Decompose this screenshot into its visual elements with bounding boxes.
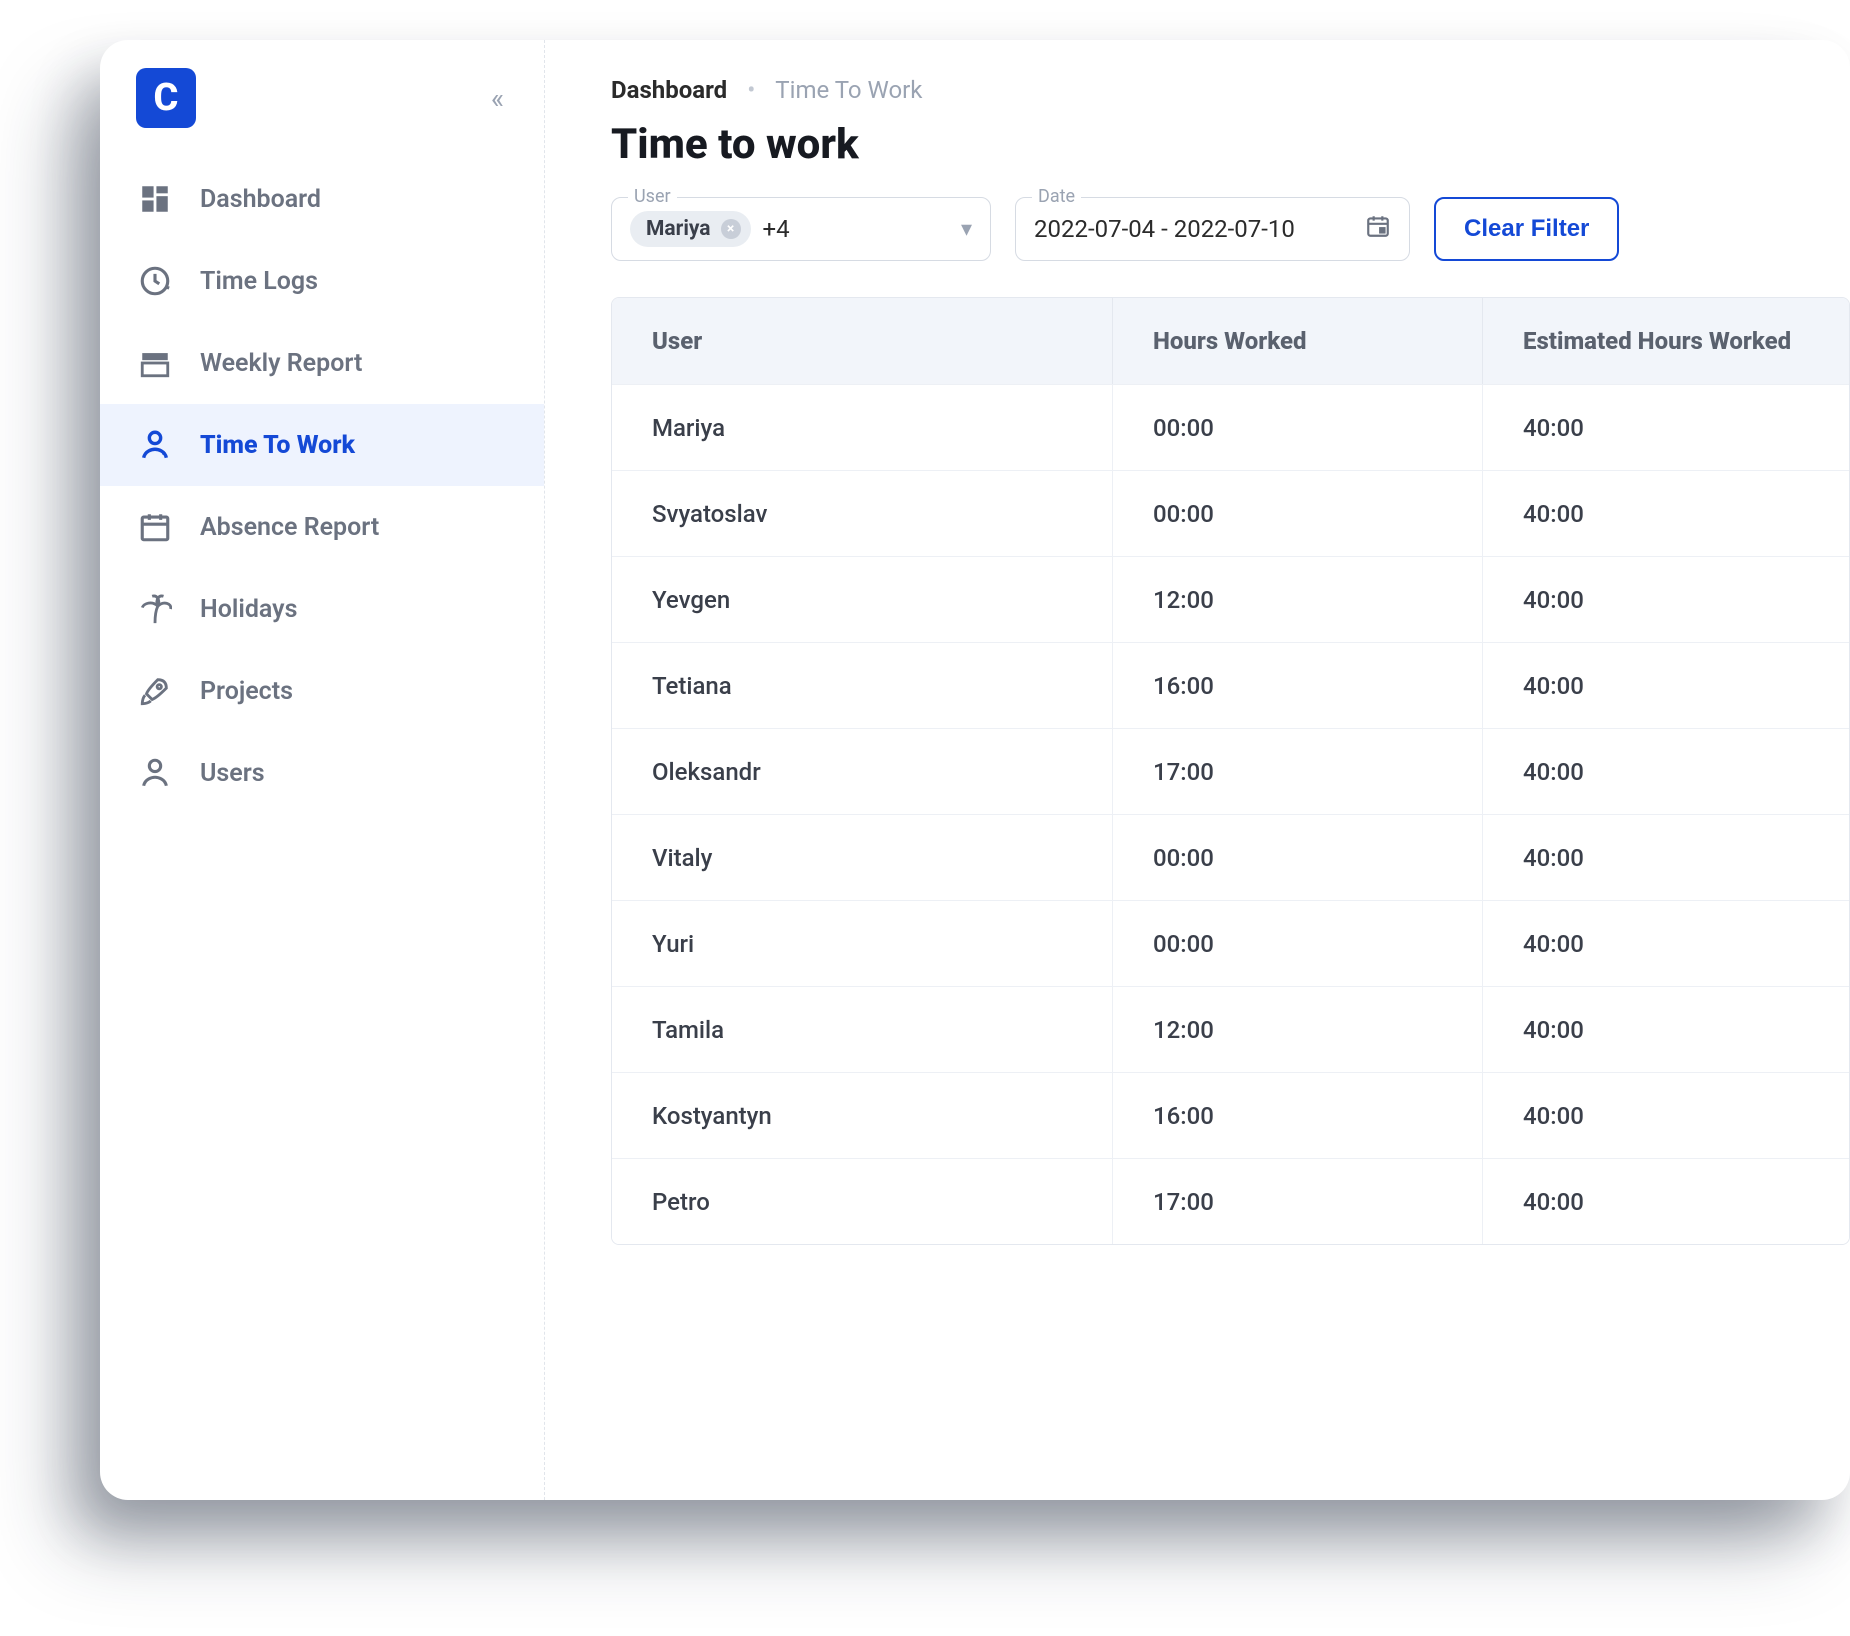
- calendar-picker-icon[interactable]: [1365, 213, 1391, 245]
- date-filter-label: Date: [1032, 186, 1081, 207]
- cell-user: Svyatoslav: [652, 471, 1112, 556]
- user-filter-label: User: [628, 186, 677, 207]
- cell-hours-worked: 00:00: [1112, 815, 1482, 900]
- cell-user: Kostyantyn: [652, 1073, 1112, 1158]
- table-row[interactable]: Mariya00:0040:00: [612, 384, 1849, 470]
- table-header-row: User Hours Worked Estimated Hours Worked: [612, 298, 1849, 384]
- sidebar-item-label: Time To Work: [200, 431, 355, 460]
- calendar-icon: [136, 508, 174, 546]
- sidebar-item-holidays[interactable]: Holidays: [100, 568, 544, 650]
- cell-estimated-hours: 40:00: [1482, 1073, 1849, 1158]
- cell-user: Oleksandr: [652, 729, 1112, 814]
- cell-hours-worked: 16:00: [1112, 643, 1482, 728]
- cell-user: Yuri: [652, 901, 1112, 986]
- sidebar-item-time-logs[interactable]: Time Logs: [100, 240, 544, 322]
- sidebar-item-label: Dashboard: [200, 185, 321, 214]
- breadcrumb-current: Time To Work: [775, 76, 922, 104]
- table-row[interactable]: Tamila12:0040:00: [612, 986, 1849, 1072]
- cell-estimated-hours: 40:00: [1482, 729, 1849, 814]
- time-to-work-table: User Hours Worked Estimated Hours Worked…: [611, 297, 1850, 1245]
- cell-user: Vitaly: [652, 815, 1112, 900]
- date-range-value: 2022-07-04 - 2022-07-10: [1034, 215, 1295, 243]
- cell-user: Yevgen: [652, 557, 1112, 642]
- sidebar-item-label: Absence Report: [200, 513, 379, 542]
- user-chip-label: Mariya: [646, 217, 711, 241]
- cell-estimated-hours: 40:00: [1482, 385, 1849, 470]
- table-row[interactable]: Petro17:0040:00: [612, 1158, 1849, 1244]
- col-header-hours-worked[interactable]: Hours Worked: [1112, 298, 1482, 384]
- user-filter[interactable]: User Mariya × +4 ▾: [611, 197, 991, 261]
- cell-estimated-hours: 40:00: [1482, 1159, 1849, 1244]
- breadcrumb: Dashboard • Time To Work: [611, 76, 1850, 104]
- cell-hours-worked: 12:00: [1112, 557, 1482, 642]
- cell-estimated-hours: 40:00: [1482, 643, 1849, 728]
- table-row[interactable]: Yevgen12:0040:00: [612, 556, 1849, 642]
- sidebar-item-dashboard[interactable]: Dashboard: [100, 158, 544, 240]
- sidebar: C « Dashboard Time Logs: [100, 40, 545, 1500]
- user-icon: [136, 754, 174, 792]
- sidebar-item-label: Holidays: [200, 595, 297, 624]
- cell-user: Petro: [652, 1159, 1112, 1244]
- clock-icon: [136, 262, 174, 300]
- col-header-user[interactable]: User: [652, 298, 1112, 384]
- cell-estimated-hours: 40:00: [1482, 815, 1849, 900]
- cell-user: Mariya: [652, 385, 1112, 470]
- table-body: Mariya00:0040:00Svyatoslav00:0040:00Yevg…: [612, 384, 1849, 1244]
- cell-user: Tetiana: [652, 643, 1112, 728]
- col-header-estimated-hours[interactable]: Estimated Hours Worked: [1482, 298, 1849, 384]
- sidebar-item-label: Projects: [200, 677, 293, 706]
- cell-estimated-hours: 40:00: [1482, 901, 1849, 986]
- cell-hours-worked: 00:00: [1112, 471, 1482, 556]
- sidebar-item-label: Users: [200, 759, 265, 788]
- palm-tree-icon: [136, 590, 174, 628]
- sidebar-item-time-to-work[interactable]: Time To Work: [100, 404, 544, 486]
- breadcrumb-dashboard[interactable]: Dashboard: [611, 76, 727, 104]
- sidebar-item-label: Time Logs: [200, 267, 318, 296]
- sidebar-item-weekly-report[interactable]: Weekly Report: [100, 322, 544, 404]
- table-row[interactable]: Yuri00:0040:00: [612, 900, 1849, 986]
- table-row[interactable]: Tetiana16:0040:00: [612, 642, 1849, 728]
- sidebar-item-absence-report[interactable]: Absence Report: [100, 486, 544, 568]
- sidebar-item-users[interactable]: Users: [100, 732, 544, 814]
- cell-estimated-hours: 40:00: [1482, 557, 1849, 642]
- cell-hours-worked: 00:00: [1112, 901, 1482, 986]
- cell-hours-worked: 00:00: [1112, 385, 1482, 470]
- dashboard-icon: [136, 180, 174, 218]
- user-filter-more-count: +4: [763, 215, 790, 243]
- table-row[interactable]: Vitaly00:0040:00: [612, 814, 1849, 900]
- table-row[interactable]: Svyatoslav00:0040:00: [612, 470, 1849, 556]
- nav-list: Dashboard Time Logs Weekly Report Time T…: [100, 158, 544, 814]
- rocket-icon: [136, 672, 174, 710]
- chip-remove-icon[interactable]: ×: [721, 219, 741, 239]
- clear-filter-button[interactable]: Clear Filter: [1434, 197, 1619, 261]
- chevron-down-icon: ▾: [961, 217, 972, 242]
- collapse-sidebar-button[interactable]: «: [491, 82, 494, 115]
- calendar-week-icon: [136, 344, 174, 382]
- cell-user: Tamila: [652, 987, 1112, 1072]
- table-row[interactable]: Kostyantyn16:0040:00: [612, 1072, 1849, 1158]
- breadcrumb-separator: •: [747, 76, 755, 104]
- page-title: Time to work: [611, 120, 1850, 169]
- logo[interactable]: C: [136, 68, 196, 128]
- cell-hours-worked: 12:00: [1112, 987, 1482, 1072]
- cell-hours-worked: 16:00: [1112, 1073, 1482, 1158]
- cell-estimated-hours: 40:00: [1482, 471, 1849, 556]
- main-content: Dashboard • Time To Work Time to work Us…: [545, 40, 1850, 1500]
- filter-bar: User Mariya × +4 ▾ Date 2022-07-04 - 202…: [611, 197, 1850, 261]
- sidebar-item-projects[interactable]: Projects: [100, 650, 544, 732]
- table-row[interactable]: Oleksandr17:0040:00: [612, 728, 1849, 814]
- sidebar-header: C «: [100, 48, 544, 158]
- user-clock-icon: [136, 426, 174, 464]
- cell-estimated-hours: 40:00: [1482, 987, 1849, 1072]
- sidebar-item-label: Weekly Report: [200, 349, 362, 378]
- chevron-double-left-icon: «: [491, 82, 494, 115]
- user-chip[interactable]: Mariya ×: [630, 211, 751, 247]
- cell-hours-worked: 17:00: [1112, 1159, 1482, 1244]
- cell-hours-worked: 17:00: [1112, 729, 1482, 814]
- date-filter[interactable]: Date 2022-07-04 - 2022-07-10: [1015, 197, 1410, 261]
- app-window: C « Dashboard Time Logs: [100, 40, 1850, 1500]
